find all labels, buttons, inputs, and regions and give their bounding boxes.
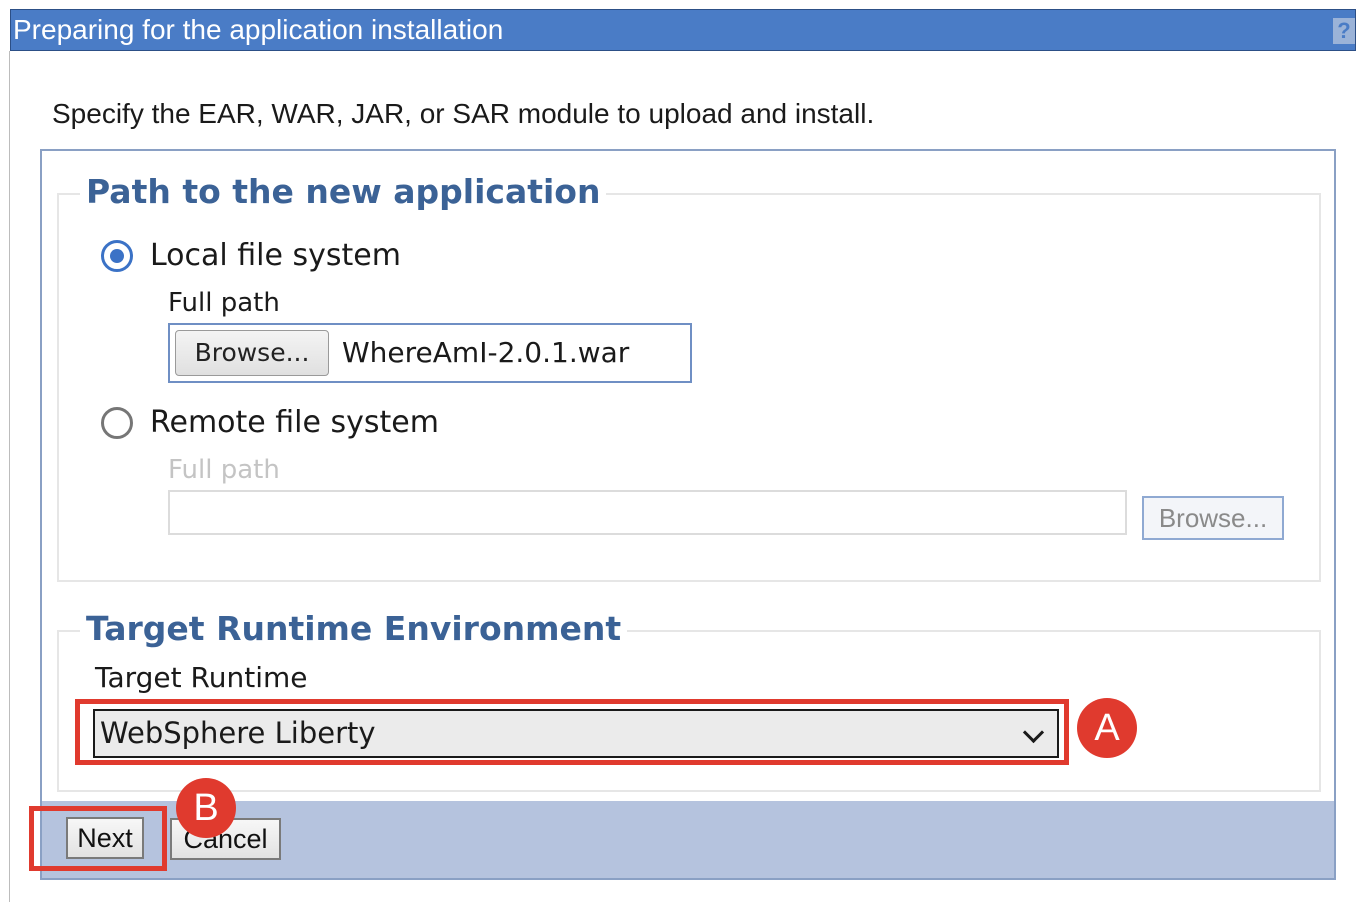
remote-file-system-radio[interactable] — [101, 407, 133, 439]
runtime-section-legend: Target Runtime Environment — [80, 609, 628, 649]
path-section-legend: Path to the new application — [80, 172, 607, 212]
highlight-box-a — [75, 699, 1069, 765]
marker-a: A — [1077, 698, 1137, 758]
remote-browse-button[interactable]: Browse... — [1142, 496, 1284, 540]
local-full-path-label: Full path — [168, 288, 280, 318]
marker-b: B — [176, 778, 236, 838]
remote-file-system-label[interactable]: Remote file system — [150, 405, 439, 441]
remote-path-input[interactable] — [168, 490, 1127, 535]
local-file-system-label[interactable]: Local file system — [150, 238, 401, 274]
local-file-system-radio[interactable] — [101, 240, 133, 272]
target-runtime-label: Target Runtime — [95, 661, 308, 694]
highlight-box-b — [29, 806, 167, 871]
remote-full-path-label: Full path — [168, 455, 280, 485]
left-divider — [9, 51, 10, 902]
dialog-titlebar: Preparing for the application installati… — [10, 9, 1356, 51]
instruction-text: Specify the EAR, WAR, JAR, or SAR module… — [52, 98, 875, 129]
local-file-input[interactable]: Browse... WhereAmI-2.0.1.war — [168, 323, 692, 383]
dialog-title: Preparing for the application installati… — [13, 14, 504, 45]
local-browse-button[interactable]: Browse... — [175, 330, 329, 376]
help-icon[interactable]: ? — [1333, 18, 1355, 44]
selected-file-name: WhereAmI-2.0.1.war — [342, 336, 630, 369]
